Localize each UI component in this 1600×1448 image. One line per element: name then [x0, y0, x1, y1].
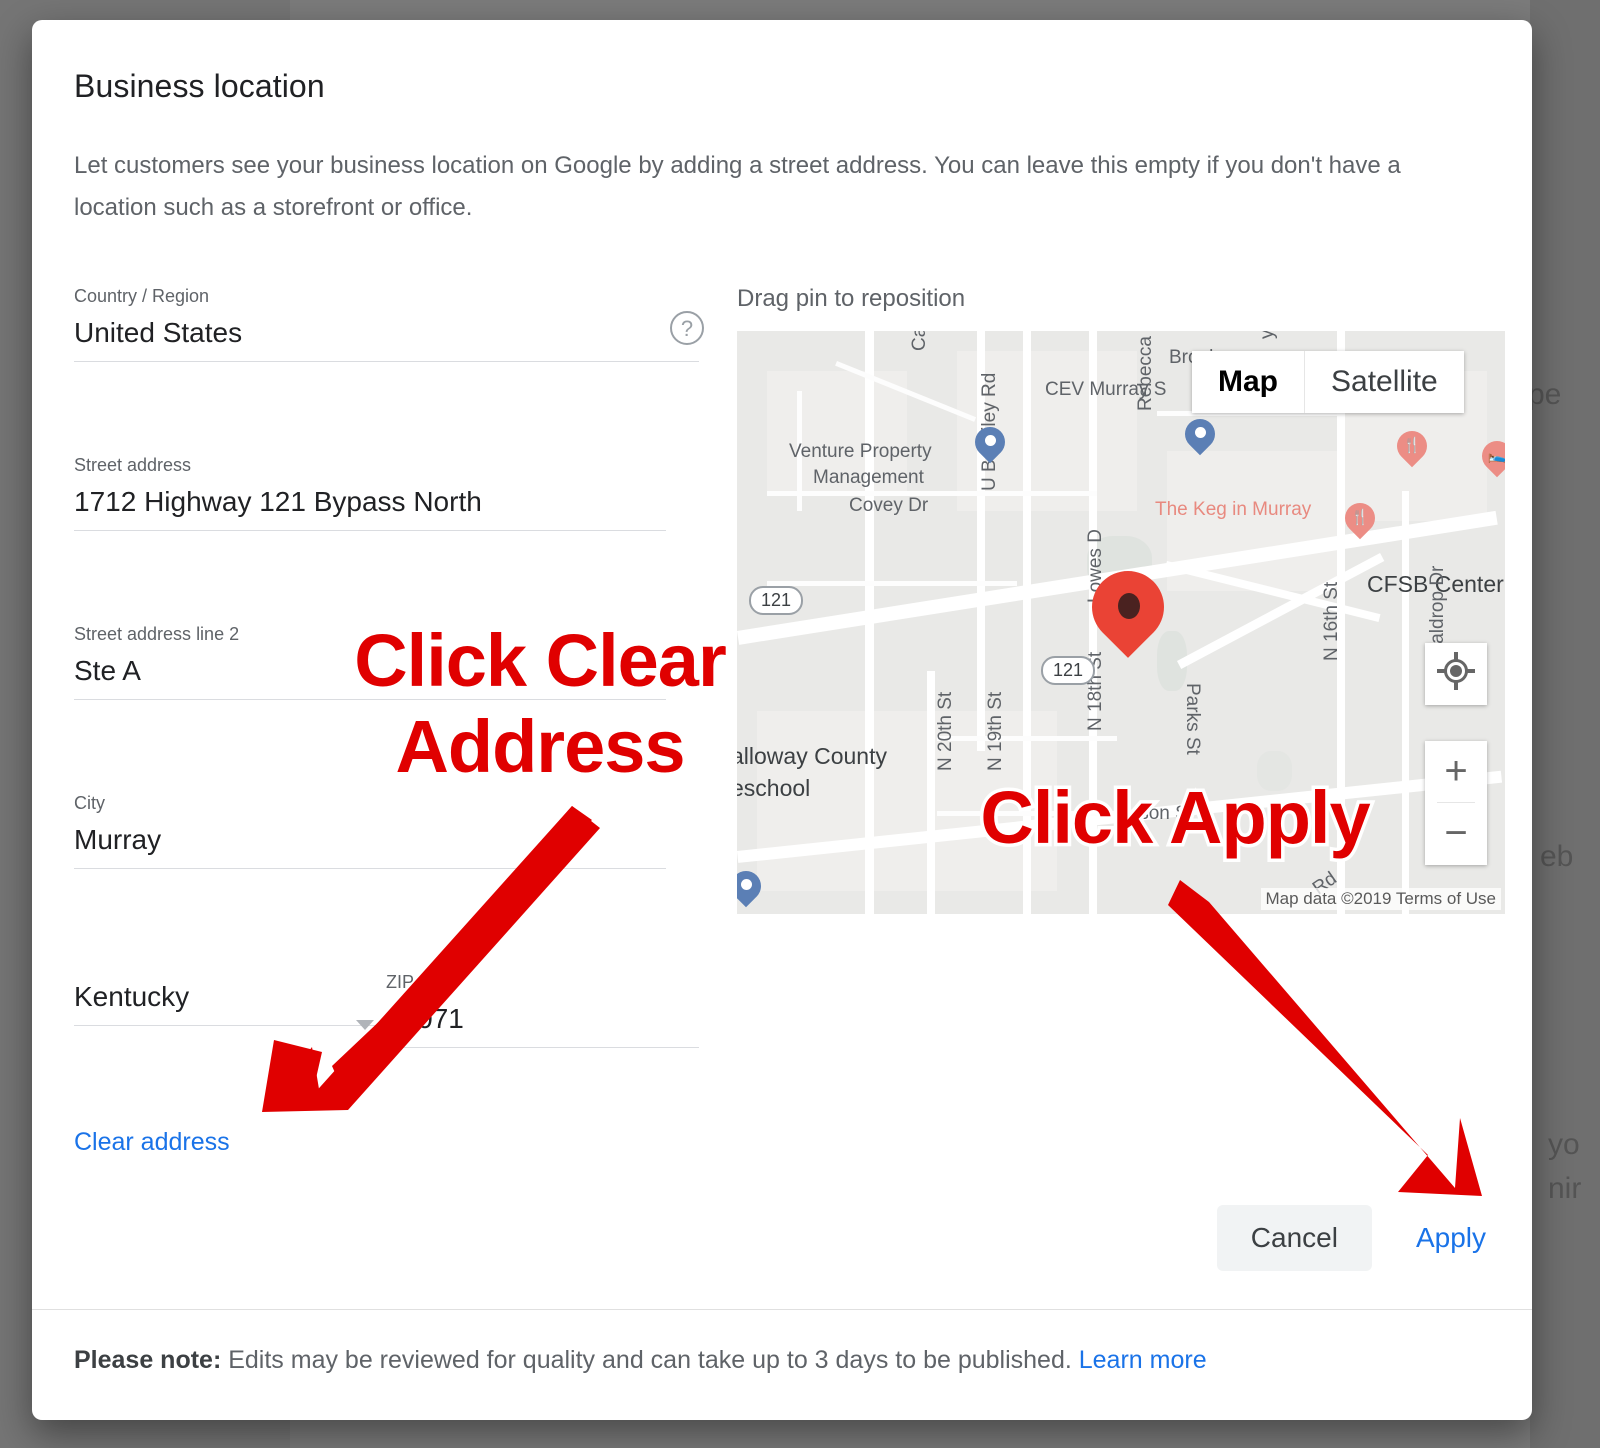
footer-note: Please note: Edits may be reviewed for q…	[32, 1309, 1532, 1420]
map-label: N 16th St	[1321, 581, 1342, 661]
city-label: City	[74, 793, 105, 813]
map-label: N 20th St	[935, 691, 956, 771]
street-address-label: Street address	[74, 455, 192, 475]
map-attribution[interactable]: Map data ©2019 Terms of Use	[1260, 888, 1501, 910]
field-underline	[386, 1047, 699, 1048]
poi-marker[interactable]	[968, 420, 1012, 467]
country-region-value: United States	[74, 317, 243, 348]
street-address-field[interactable]: Street address 1712 Highway 121 Bypass N…	[74, 454, 666, 531]
field-underline	[74, 868, 666, 869]
field-underline	[74, 530, 666, 531]
state-zip-row: Kentucky ZIP code 42071	[74, 971, 699, 1048]
map-label: y L	[1257, 331, 1279, 339]
route-shield: 121	[1041, 656, 1096, 685]
route-shield: 121	[749, 586, 804, 615]
map-label: Covey Dr	[849, 495, 929, 516]
business-location-dialog: Business location Let customers see your…	[32, 20, 1532, 1420]
background-text-fragment: yo	[1548, 1128, 1580, 1161]
zoom-out-button[interactable]: −	[1425, 803, 1487, 864]
zip-code-value: 42071	[386, 1003, 464, 1034]
dialog-body: Business location Let customers see your…	[32, 20, 1532, 1310]
background-text-fragment: pe	[1528, 378, 1562, 411]
learn-more-link[interactable]: Learn more	[1079, 1346, 1207, 1374]
country-region-field[interactable]: Country / Region United States ?	[74, 285, 704, 362]
map-label: The Keg in Murray	[1155, 499, 1312, 520]
my-location-button[interactable]	[1425, 643, 1487, 705]
annotation-click-clear-address: Click Clear Address	[351, 616, 731, 792]
map-label: Management	[813, 467, 924, 488]
zip-code-field[interactable]: ZIP code 42071	[386, 971, 699, 1048]
city-field[interactable]: City Murray	[74, 792, 666, 869]
my-location-icon	[1437, 652, 1475, 690]
map-label: Cambridg	[909, 331, 931, 351]
map-label: Venture Property	[789, 441, 932, 462]
city-value: Murray	[74, 824, 162, 855]
map-label: alloway County	[737, 743, 887, 769]
dialog-description: Let customers see your business location…	[74, 152, 1401, 221]
page-title: Business location	[74, 68, 325, 104]
poi-restaurant-marker[interactable]: 🍴	[1390, 424, 1434, 471]
country-region-label: Country / Region	[74, 286, 210, 306]
map-label: Parks St	[1182, 683, 1203, 755]
cancel-button[interactable]: Cancel	[1216, 1205, 1372, 1271]
field-underline	[74, 361, 699, 362]
street-address-value: 1712 Highway 121 Bypass North	[74, 486, 482, 517]
map-label: N 19th St	[985, 691, 1006, 771]
apply-button[interactable]: Apply	[1408, 1205, 1494, 1271]
map-label: Rebecca Run	[1135, 331, 1156, 411]
map-type-toggle[interactable]: Map Satellite	[1192, 351, 1464, 413]
clear-address-link[interactable]: Clear address	[74, 1128, 230, 1157]
location-pin[interactable]	[1077, 556, 1179, 667]
map-caption: Drag pin to reposition	[737, 285, 966, 312]
background-text-fragment: nir	[1548, 1172, 1582, 1205]
poi-marker[interactable]	[737, 864, 768, 911]
zoom-in-button[interactable]: +	[1425, 741, 1487, 802]
chevron-down-icon[interactable]	[356, 1020, 374, 1030]
background-side-column	[1530, 0, 1600, 1448]
zip-code-label: ZIP code	[386, 972, 458, 992]
dialog-actions: Cancel Apply	[1216, 1205, 1494, 1271]
state-value: Kentucky	[74, 981, 190, 1012]
map-type-satellite[interactable]: Satellite	[1305, 351, 1464, 413]
state-select[interactable]: Kentucky	[74, 971, 386, 1048]
footer-note-text: Edits may be reviewed for quality and ca…	[221, 1346, 1079, 1374]
help-circle-icon[interactable]: ?	[670, 311, 704, 345]
zoom-controls[interactable]: + −	[1425, 741, 1487, 865]
poi-marker[interactable]	[1178, 412, 1222, 459]
annotation-click-apply: Click Apply	[977, 773, 1374, 863]
map-type-map[interactable]: Map	[1192, 351, 1305, 413]
poi-restaurant-marker[interactable]: 🍴	[1338, 496, 1382, 543]
field-underline	[74, 1025, 386, 1026]
poi-lodging-marker[interactable]: 🛌	[1475, 434, 1505, 481]
footer-note-bold: Please note:	[74, 1346, 222, 1374]
background-text-fragment: eb	[1540, 840, 1574, 873]
